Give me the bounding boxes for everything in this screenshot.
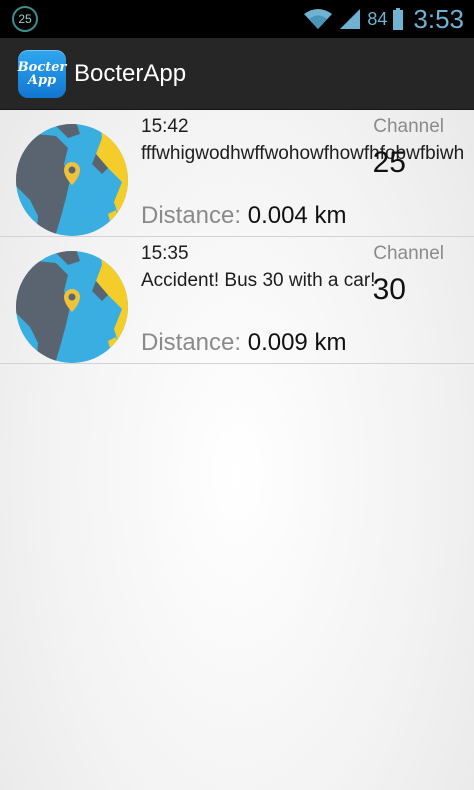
globe-icon — [16, 124, 128, 236]
wifi-icon — [304, 9, 333, 29]
status-icons: 84 3:53 — [303, 4, 464, 35]
distance-value: 0.009 km — [247, 329, 347, 356]
alert-time: 15:35 — [141, 243, 189, 264]
distance-value: 0.004 km — [247, 202, 347, 229]
distance-label: Distance: — [141, 329, 242, 356]
logo-text-line2: App — [27, 72, 57, 88]
globe-icon — [16, 251, 128, 363]
channel-number: 25 — [372, 146, 406, 179]
app-title: BocterApp — [74, 59, 187, 87]
notification-badge: 25 — [12, 6, 38, 32]
distance: Distance: 0.004 km — [141, 202, 346, 230]
distance: Distance: 0.009 km — [141, 329, 346, 357]
signal-icon — [340, 9, 361, 29]
app-logo-icon[interactable]: Bocter App — [17, 49, 67, 98]
alert-time: 15:42 — [141, 116, 189, 137]
clock: 3:53 — [413, 3, 464, 34]
alert-list: 15:42 Channel fffwhigwodhwffwohowfhowfhf… — [0, 110, 474, 364]
channel-number: 30 — [372, 273, 406, 306]
battery-icon — [393, 8, 404, 30]
distance-label: Distance: — [141, 202, 242, 229]
action-bar: Bocter App BocterApp — [0, 38, 474, 110]
list-item[interactable]: 15:35 Channel Accident! Bus 30 with a ca… — [0, 237, 474, 364]
status-bar: 25 84 3:53 — [0, 0, 474, 38]
alert-message: Accident! Bus 30 with a car! — [141, 270, 376, 291]
alert-message: fffwhigwodhwffwohowfhowfhfobwfbiwh — [141, 143, 465, 164]
logo-text-line1: Bocter — [17, 59, 67, 75]
channel-label: Channel — [373, 243, 444, 264]
battery-level: 84 — [367, 8, 388, 29]
channel-label: Channel — [373, 116, 444, 137]
list-item[interactable]: 15:42 Channel fffwhigwodhwffwohowfhowfhf… — [0, 110, 474, 237]
